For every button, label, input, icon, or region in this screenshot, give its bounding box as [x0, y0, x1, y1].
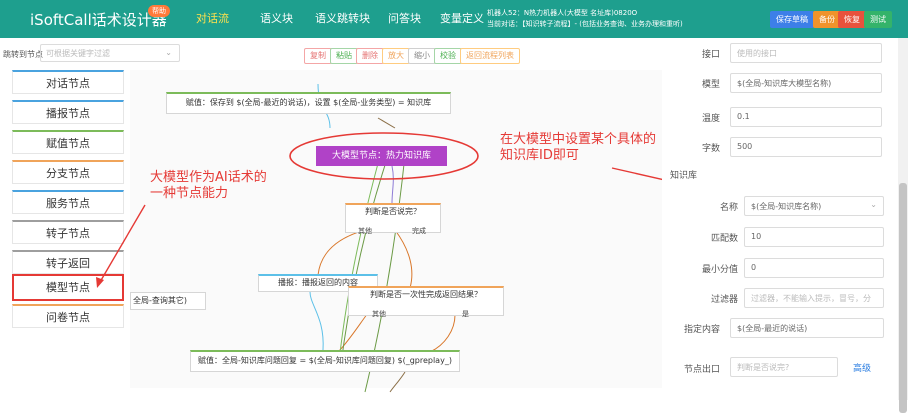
match-count-input[interactable]: 10: [744, 227, 884, 247]
min-score-label: 最小分值: [701, 265, 738, 275]
annotation-left-line2: 一种节点能力: [150, 186, 229, 201]
annotation-right-line1: 在大模型中设置某个具体的: [500, 132, 657, 147]
flow-judge2-title: 判断是否一次性完成返回结果？: [370, 290, 482, 299]
knowledge-base-section-label: 知识库: [670, 171, 698, 181]
temperature-label: 温度: [701, 114, 720, 124]
annotation-right-line2: 知识库ID即可: [500, 148, 579, 163]
property-panel-scrollbar[interactable]: [898, 38, 908, 413]
flow-assign-node-top[interactable]: 赋值：保存到 $(全局-最近的说话)，设置 $(全局-业务类型) = 知识库: [166, 92, 451, 114]
tokens-label: 字数: [701, 144, 720, 154]
kb-name-value: $(全局-知识库名称): [751, 202, 822, 211]
model-input[interactable]: $(全局-知识库大模型名称): [730, 73, 882, 93]
flow-assign-node-bottom[interactable]: 赋值：全局-知识库问题回复 = $(全局-知识库问题回复) $(_gprepla…: [190, 350, 460, 372]
filter-label: 过滤器: [710, 295, 738, 305]
kb-name-select[interactable]: $(全局-知识库名称) ⌄: [744, 196, 884, 216]
node-exit-input[interactable]: 判断是否说完?: [730, 357, 838, 377]
flow-judge-branch-other: 其他: [358, 227, 372, 235]
annotation-left: 大模型作为AI话术的 一种节点能力: [150, 170, 267, 202]
annotation-left-line1: 大模型作为AI话术的: [150, 170, 267, 185]
advanced-link[interactable]: 高级: [853, 361, 871, 374]
node-exit-label: 节点出口: [683, 365, 720, 375]
flow-global-query-node[interactable]: 全局-查询其它): [130, 292, 206, 310]
min-score-input[interactable]: 0: [744, 258, 884, 278]
scrollbar-thumb[interactable]: [899, 183, 907, 413]
interface-label: 接口: [701, 50, 720, 60]
flow-judge-title: 判断是否说完？: [365, 207, 421, 216]
flow-model-node[interactable]: 大模型节点：热力知识库: [316, 146, 447, 166]
model-label: 模型: [701, 80, 720, 90]
temperature-input[interactable]: 0.1: [730, 107, 882, 127]
filter-input[interactable]: 过滤器，不能输入提示，冒号，分: [744, 288, 884, 308]
flow-judge2-branch-other: 其他: [372, 310, 386, 318]
interface-input[interactable]: 使用的接口: [730, 43, 882, 63]
tokens-input[interactable]: 500: [730, 137, 882, 157]
specified-content-input[interactable]: $(全局-最近的说话): [730, 318, 884, 338]
flow-judge2-branch-yes: 是: [462, 310, 469, 318]
annotation-right: 在大模型中设置某个具体的 知识库ID即可: [500, 132, 656, 164]
flow-judge-branch-done: 完成: [412, 227, 426, 235]
specified-content-label: 指定内容: [683, 325, 720, 335]
match-count-label: 匹配数: [710, 234, 738, 244]
chevron-down-icon: ⌄: [870, 200, 877, 209]
kb-name-label: 名称: [719, 203, 738, 213]
